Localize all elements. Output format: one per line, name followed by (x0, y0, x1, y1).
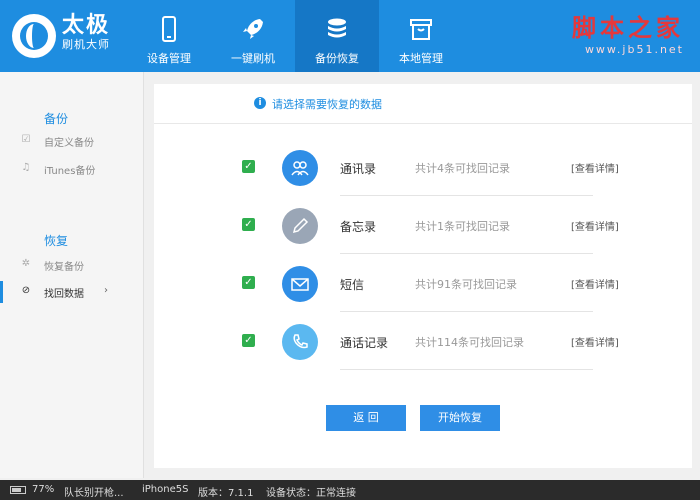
watermark: 脚本之家 www.jb51.net (572, 8, 684, 56)
battery-icon (10, 486, 26, 494)
row-label: 备忘录 (340, 220, 377, 234)
database-icon (328, 18, 346, 38)
row-count: 共计4条可找回记录 (415, 162, 510, 175)
compass-icon: ⊘ (21, 285, 31, 296)
chevron-right-icon: › (104, 285, 108, 296)
row-count: 共计91条可找回记录 (415, 278, 517, 291)
view-details-link[interactable]: [查看详情] (571, 276, 619, 291)
nav-local-manage[interactable]: 本地管理 (379, 0, 463, 72)
info-bar: i 请选择需要恢复的数据 (154, 84, 692, 124)
nav-one-click-flash[interactable]: 一键刷机 (211, 0, 295, 72)
list-item-notes: ✓ 备忘录 共计1条可找回记录 [查看详情] (154, 196, 692, 254)
watermark-title: 脚本之家 (572, 13, 684, 42)
status-bar: 77% 队长别开枪... iPhone5S 版本：7.1.1 设备状态：正常连接 (0, 480, 700, 500)
device-name: iPhone5S (142, 484, 189, 495)
row-count: 共计114条可找回记录 (415, 336, 524, 349)
nav-device-manage[interactable]: 设备管理 (127, 0, 211, 72)
checkbox[interactable]: ✓ (242, 218, 255, 231)
pen-icon (282, 208, 318, 244)
mail-icon (282, 266, 318, 302)
checkbox[interactable]: ✓ (242, 276, 255, 289)
rocket-icon (243, 19, 263, 39)
battery-percent: 77% (32, 484, 55, 495)
list-item-contacts: ✓ 通讯录 共计4条可找回记录 [查看详情] (154, 138, 692, 196)
nav-label: 一键刷机 (231, 52, 275, 65)
device-state: 设备状态：正常连接 (266, 488, 356, 499)
box-icon (410, 19, 432, 40)
sidebar-group-backup: 备份 (44, 112, 69, 126)
header-bar: 太极 刷机大师 设备管理 一键刷机 备份恢复 本地管理 脚本之家 www.jb5… (0, 0, 700, 72)
app-logo (12, 14, 56, 58)
checkbox[interactable]: ✓ (242, 160, 255, 173)
sidebar-item-custom-backup[interactable]: ☑ 自定义备份 (0, 130, 143, 152)
gear-icon: ✲ (21, 258, 31, 269)
brand: 太极 刷机大师 (62, 14, 110, 52)
sidebar-item-label: 恢复备份 (44, 262, 84, 273)
row-label: 通讯录 (340, 162, 377, 176)
brand-subtitle: 刷机大师 (62, 38, 110, 51)
sidebar-item-recover-data[interactable]: ⊘ 找回数据 › (0, 281, 143, 303)
list-item-call-log: ✓ 通话记录 共计114条可找回记录 [查看详情] (154, 312, 692, 370)
view-details-link[interactable]: [查看详情] (571, 218, 619, 233)
brand-title: 太极 (62, 13, 111, 38)
call-icon (282, 324, 318, 360)
main-panel: i 请选择需要恢复的数据 ✓ 通讯录 共计4条可找回记录 [查看详情] ✓ 备忘… (154, 84, 692, 468)
row-label: 短信 (340, 278, 365, 292)
task-text: 队长别开枪... (64, 488, 124, 499)
nav-label: 本地管理 (399, 52, 443, 65)
phone-icon (162, 16, 176, 42)
view-details-link[interactable]: [查看详情] (571, 334, 619, 349)
checkbox[interactable]: ✓ (242, 334, 255, 347)
start-restore-button[interactable]: 开始恢复 (420, 405, 500, 431)
sidebar: 备份 ☑ 自定义备份 ♫ iTunes备份 恢复 ✲ 恢复备份 ⊘ 找回数据 › (0, 72, 144, 478)
sidebar-item-label: iTunes备份 (44, 166, 96, 177)
check-square-icon: ☑ (21, 134, 31, 145)
back-button[interactable]: 返 回 (326, 405, 406, 431)
sidebar-item-label: 找回数据 (44, 289, 84, 300)
contacts-icon (282, 150, 318, 186)
nav-label: 备份恢复 (315, 52, 359, 65)
sidebar-group-restore: 恢复 (44, 234, 69, 248)
music-note-icon: ♫ (21, 162, 31, 173)
list-item-sms: ✓ 短信 共计91条可找回记录 [查看详情] (154, 254, 692, 312)
row-label: 通话记录 (340, 336, 389, 350)
sidebar-item-itunes-backup[interactable]: ♫ iTunes备份 (0, 158, 143, 180)
info-icon: i (254, 97, 266, 109)
row-count: 共计1条可找回记录 (415, 220, 510, 233)
view-details-link[interactable]: [查看详情] (571, 160, 619, 175)
active-indicator (0, 281, 3, 303)
watermark-url: www.jb51.net (584, 43, 684, 56)
sidebar-item-label: 自定义备份 (44, 138, 94, 149)
nav-backup-restore[interactable]: 备份恢复 (295, 0, 379, 72)
info-text: 请选择需要恢复的数据 (272, 98, 382, 111)
battery-level (12, 488, 21, 492)
version-text: 版本：7.1.1 (198, 488, 254, 499)
divider (340, 369, 593, 370)
nav-label: 设备管理 (147, 52, 191, 65)
sidebar-item-restore-backup[interactable]: ✲ 恢复备份 (0, 254, 143, 276)
